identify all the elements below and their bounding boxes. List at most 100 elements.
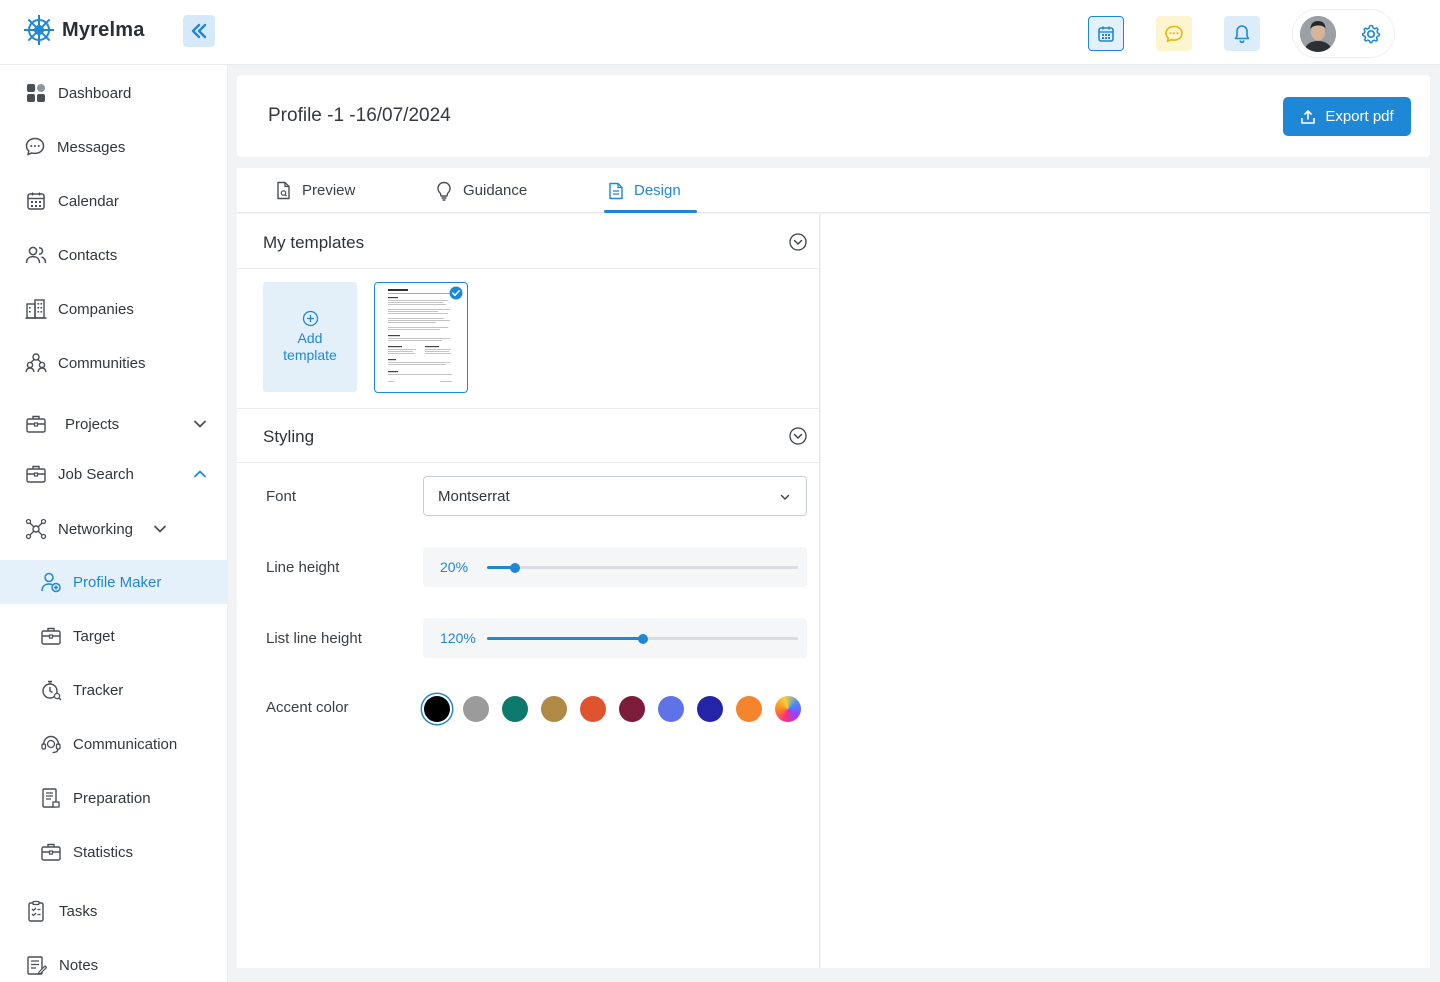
sidebar-item-notes[interactable]: Notes xyxy=(0,943,228,982)
list-line-height-control: 120% xyxy=(423,618,807,658)
building-icon xyxy=(25,298,47,320)
app-logo[interactable]: Myrelma xyxy=(22,13,145,47)
list-line-height-label: List line height xyxy=(266,630,362,647)
sidebar-item-profile-maker[interactable]: Profile Maker xyxy=(0,560,228,604)
font-select[interactable]: Montserrat xyxy=(423,476,807,516)
sidebar-item-companies[interactable]: Companies xyxy=(0,287,228,331)
clipboard-icon xyxy=(25,900,47,922)
line-height-value: 20% xyxy=(440,559,469,575)
briefcase-icon xyxy=(25,463,47,485)
sidebar-item-tracker[interactable]: Tracker xyxy=(0,668,228,712)
briefcase-icon xyxy=(40,625,62,647)
tab-preview[interactable]: Preview xyxy=(275,168,355,213)
accent-color-swatch[interactable] xyxy=(736,696,762,722)
accent-color-swatch[interactable] xyxy=(541,696,567,722)
chevron-down-icon xyxy=(780,494,790,500)
header-messages-button[interactable] xyxy=(1156,16,1192,51)
document-icon xyxy=(40,787,62,809)
sidebar-item-tasks[interactable]: Tasks xyxy=(0,889,228,933)
file-preview-icon xyxy=(277,181,290,200)
sidebar-item-contacts[interactable]: Contacts xyxy=(0,233,228,277)
sidebar-item-target[interactable]: Target xyxy=(0,614,228,658)
accent-color-swatch[interactable] xyxy=(502,696,528,722)
user-photo-icon xyxy=(1300,16,1336,52)
page-title: Profile -1 -16/07/2024 xyxy=(268,105,451,126)
user-menu[interactable] xyxy=(1292,9,1395,58)
collapse-sidebar-button[interactable] xyxy=(183,15,215,47)
line-height-slider[interactable] xyxy=(487,562,798,573)
line-height-label: Line height xyxy=(266,559,340,576)
chevron-down-icon xyxy=(154,525,166,533)
accent-color-swatch[interactable] xyxy=(580,696,606,722)
templates-section-header[interactable]: My templates xyxy=(237,214,820,269)
sidebar-item-projects[interactable]: Projects xyxy=(0,402,228,446)
sidebar-item-label: Preparation xyxy=(73,789,151,807)
font-select-value: Montserrat xyxy=(438,488,510,505)
list-line-height-slider-fill xyxy=(487,637,643,640)
list-line-height-slider[interactable] xyxy=(487,633,798,644)
sidebar-item-label: Contacts xyxy=(58,246,118,264)
sidebar-item-label: Statistics xyxy=(73,843,134,861)
tab-guidance[interactable]: Guidance xyxy=(435,168,527,213)
template-card[interactable] xyxy=(374,282,468,393)
section-title: Styling xyxy=(263,427,315,446)
accent-color-label: Accent color xyxy=(266,699,349,716)
accent-color-swatch[interactable] xyxy=(775,696,801,722)
sidebar-item-communities[interactable]: Communities xyxy=(0,341,228,385)
chevron-up-icon xyxy=(194,470,206,478)
sidebar-item-communication[interactable]: Communication xyxy=(0,722,228,766)
users-icon xyxy=(25,244,47,266)
tab-label: Design xyxy=(634,182,681,199)
styling-section-header[interactable]: Styling xyxy=(237,408,820,463)
line-height-slider-thumb[interactable] xyxy=(509,562,520,573)
collapse-circle-icon[interactable] xyxy=(789,427,807,445)
bell-icon xyxy=(1234,24,1250,43)
sidebar-item-dashboard[interactable]: Dashboard xyxy=(0,71,228,115)
grid-icon xyxy=(25,82,47,104)
add-template-button[interactable]: Add template xyxy=(263,282,357,392)
accent-color-swatch[interactable] xyxy=(619,696,645,722)
sidebar-item-label: Networking xyxy=(58,520,134,538)
double-chevron-left-icon xyxy=(191,23,207,39)
lightbulb-icon xyxy=(437,181,451,201)
sidebar-item-label: Profile Maker xyxy=(73,573,162,591)
sidebar-item-calendar[interactable]: Calendar xyxy=(0,179,228,223)
profile-icon xyxy=(40,571,62,593)
sidebar-item-job-search[interactable]: Job Search xyxy=(0,452,228,496)
preview-area xyxy=(821,214,1430,968)
ship-wheel-icon xyxy=(24,15,54,45)
sidebar-item-networking[interactable]: Networking xyxy=(0,507,228,551)
accent-color-swatch[interactable] xyxy=(697,696,723,722)
list-line-height-value: 120% xyxy=(440,630,476,646)
header-calendar-button[interactable] xyxy=(1088,16,1124,51)
accent-color-swatch[interactable] xyxy=(463,696,489,722)
list-line-height-slider-thumb[interactable] xyxy=(637,633,648,644)
sidebar-item-label: Companies xyxy=(58,300,134,318)
page-header: Profile -1 -16/07/2024 Export pdf xyxy=(237,75,1430,157)
line-height-control: 20% xyxy=(423,547,807,587)
briefcase-icon xyxy=(25,413,47,435)
sidebar-item-label: Projects xyxy=(65,415,120,433)
chevron-down-icon xyxy=(194,420,206,428)
community-icon xyxy=(25,352,47,374)
tab-bar: Preview Guidance Design xyxy=(237,168,1430,213)
sidebar-item-label: Messages xyxy=(57,138,126,156)
sidebar-item-messages[interactable]: Messages xyxy=(0,125,228,169)
avatar[interactable] xyxy=(1300,16,1336,52)
sidebar-item-statistics[interactable]: Statistics xyxy=(0,830,228,874)
calendar-icon xyxy=(25,190,47,212)
sidebar-item-preparation[interactable]: Preparation xyxy=(0,776,228,820)
collapse-circle-icon[interactable] xyxy=(789,233,807,251)
accent-color-swatch[interactable] xyxy=(658,696,684,722)
sidebar-item-label: Dashboard xyxy=(58,84,132,102)
settings-gear-icon[interactable] xyxy=(1360,23,1382,45)
tab-design[interactable]: Design xyxy=(608,168,681,213)
sidebar-item-label: Notes xyxy=(59,956,99,974)
top-bar: Myrelma xyxy=(0,0,1440,65)
export-pdf-button[interactable]: Export pdf xyxy=(1283,97,1411,136)
headset-icon xyxy=(40,733,62,755)
accent-color-swatch[interactable] xyxy=(424,696,450,722)
header-notifications-button[interactable] xyxy=(1224,16,1260,51)
sidebar-item-label: Tracker xyxy=(73,681,124,699)
tab-label: Preview xyxy=(302,182,356,199)
